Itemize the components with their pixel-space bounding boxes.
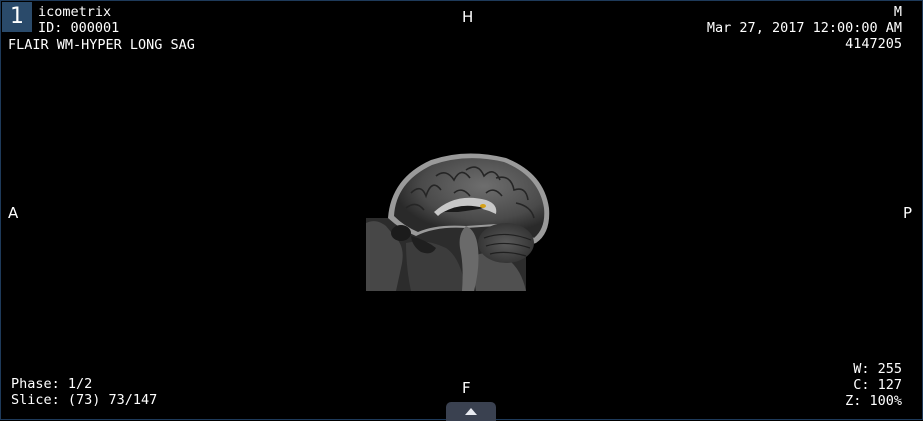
window-center: C: 127: [853, 377, 902, 393]
orientation-right-label: P: [903, 204, 913, 222]
phase-indicator: Phase: 1/2: [11, 376, 93, 392]
institution-name: icometrix: [38, 4, 112, 20]
accession-number: 4147205: [845, 36, 902, 52]
expand-panel-button[interactable]: [446, 402, 496, 421]
patient-id: ID: 000001: [38, 20, 120, 36]
slice-indicator: Slice: (73) 73/147: [11, 392, 158, 408]
triangle-up-icon: [465, 408, 477, 415]
image-viewport[interactable]: 1 icometrix ID: 000001 FLAIR WM-HYPER LO…: [0, 0, 923, 421]
orientation-left-label: A: [8, 204, 19, 222]
window-width: W: 255: [853, 361, 902, 377]
overlay-top-right: M Mar 27, 2017 12:00:00 AM 4147205: [707, 4, 902, 52]
overlay-bottom-right: W: 255 C: 127 Z: 100%: [845, 361, 902, 409]
study-datetime: Mar 27, 2017 12:00:00 AM: [706, 20, 902, 36]
overlay-bottom-left: Phase: 1/2 Slice: (73) 73/147: [11, 376, 157, 408]
viewport-number-badge: 1: [2, 2, 32, 32]
series-description: FLAIR WM-HYPER LONG SAG: [8, 37, 195, 53]
overlay-top-left: icometrix ID: 000001: [38, 4, 119, 36]
orientation-marker: M: [893, 4, 902, 20]
orientation-bottom-label: F: [462, 379, 471, 397]
zoom-level: Z: 100%: [845, 393, 902, 409]
mri-sagittal-image[interactable]: [366, 148, 551, 291]
orientation-top-label: H: [462, 8, 474, 26]
